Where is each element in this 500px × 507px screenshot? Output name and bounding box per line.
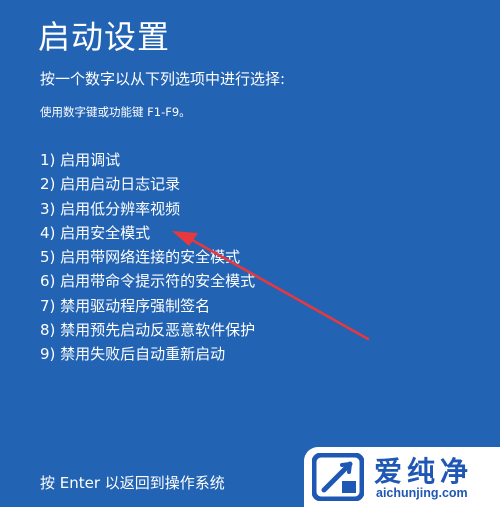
option-enable-safe-mode[interactable]: 4) 启用安全模式 <box>40 221 255 245</box>
watermark-url: aichunjing.com <box>376 486 468 500</box>
option-enable-debugging[interactable]: 1) 启用调试 <box>40 148 255 172</box>
watermark-logo-icon <box>312 453 364 501</box>
watermark-badge: 爱纯净 aichunjing.com <box>304 447 500 507</box>
key-hint: 使用数字键或功能键 F1-F9。 <box>40 105 191 119</box>
watermark-name: 爱纯净 <box>374 455 474 488</box>
option-disable-driver-signature[interactable]: 7) 禁用驱动程序强制签名 <box>40 294 255 318</box>
selection-prompt: 按一个数字以从下列选项中进行选择: <box>40 70 286 88</box>
startup-options-list: 1) 启用调试 2) 启用启动日志记录 3) 启用低分辨率视频 4) 启用安全模… <box>40 148 255 367</box>
option-enable-safe-mode-command-prompt[interactable]: 6) 启用带命令提示符的安全模式 <box>40 269 255 293</box>
footer-return-hint[interactable]: 按 Enter 以返回到操作系统 <box>40 472 225 493</box>
option-disable-early-antimalware[interactable]: 8) 禁用预先启动反恶意软件保护 <box>40 318 255 342</box>
option-enable-safe-mode-networking[interactable]: 5) 启用带网络连接的安全模式 <box>40 245 255 269</box>
option-enable-boot-logging[interactable]: 2) 启用启动日志记录 <box>40 172 255 196</box>
option-disable-auto-restart[interactable]: 9) 禁用失败后自动重新启动 <box>40 342 255 366</box>
page-title: 启动设置 <box>38 18 171 56</box>
option-enable-low-resolution-video[interactable]: 3) 启用低分辨率视频 <box>40 197 255 221</box>
